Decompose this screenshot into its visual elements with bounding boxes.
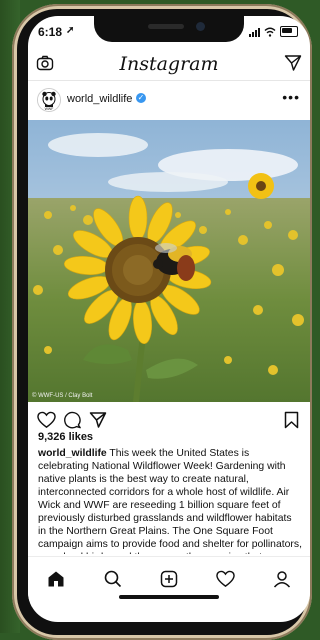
- location-arrow-icon: ➚: [66, 25, 75, 36]
- post-actions: [28, 408, 310, 432]
- wifi-icon: [264, 27, 276, 37]
- home-indicator[interactable]: [119, 595, 219, 599]
- search-icon[interactable]: [104, 570, 122, 588]
- caption-text: This week the United States is celebrati…: [38, 448, 302, 554]
- background-sunflower: [248, 173, 274, 199]
- sunflower-bee-photo: [28, 120, 310, 402]
- avatar[interactable]: WWF: [37, 88, 61, 112]
- bookmark-icon[interactable]: [284, 411, 299, 429]
- direct-message-icon[interactable]: [284, 54, 302, 72]
- caption-username[interactable]: world_wildlife: [38, 448, 107, 459]
- wwf-panda-logo: WWF: [38, 89, 60, 111]
- heart-icon[interactable]: [37, 411, 56, 429]
- comment-icon[interactable]: [63, 411, 82, 429]
- speaker: [148, 24, 184, 29]
- more-options-icon[interactable]: •••: [282, 89, 300, 105]
- front-camera: [196, 22, 205, 31]
- activity-heart-icon[interactable]: [216, 570, 235, 588]
- verified-badge-icon: ✓: [136, 93, 146, 103]
- svg-text:WWF: WWF: [45, 107, 54, 111]
- battery-icon: [280, 26, 298, 37]
- share-icon[interactable]: [89, 411, 107, 429]
- notch: [94, 16, 244, 42]
- post-username[interactable]: world_wildlife: [67, 93, 132, 105]
- status-icons: [249, 26, 298, 37]
- add-post-icon[interactable]: [160, 570, 178, 588]
- profile-icon[interactable]: [273, 570, 291, 588]
- phone-screen: 6:18 ➚ Instagram WWF world_wildlife ✓ ••…: [28, 16, 310, 622]
- bottom-tab-bar: [28, 556, 310, 607]
- post-caption: world_wildlife This week the United Stat…: [38, 447, 302, 554]
- photo-credit: © WWF-US / Clay Bolt: [32, 393, 93, 399]
- signal-icon: [249, 27, 260, 37]
- post-header: WWF world_wildlife ✓ •••: [28, 84, 310, 114]
- instagram-header: Instagram: [28, 50, 310, 81]
- post-photo[interactable]: © WWF-US / Clay Bolt: [28, 120, 310, 402]
- home-icon[interactable]: [47, 570, 65, 588]
- status-time: 6:18: [38, 25, 63, 39]
- instagram-logo: Instagram: [119, 53, 219, 75]
- like-count[interactable]: 9,326 likes: [38, 431, 93, 443]
